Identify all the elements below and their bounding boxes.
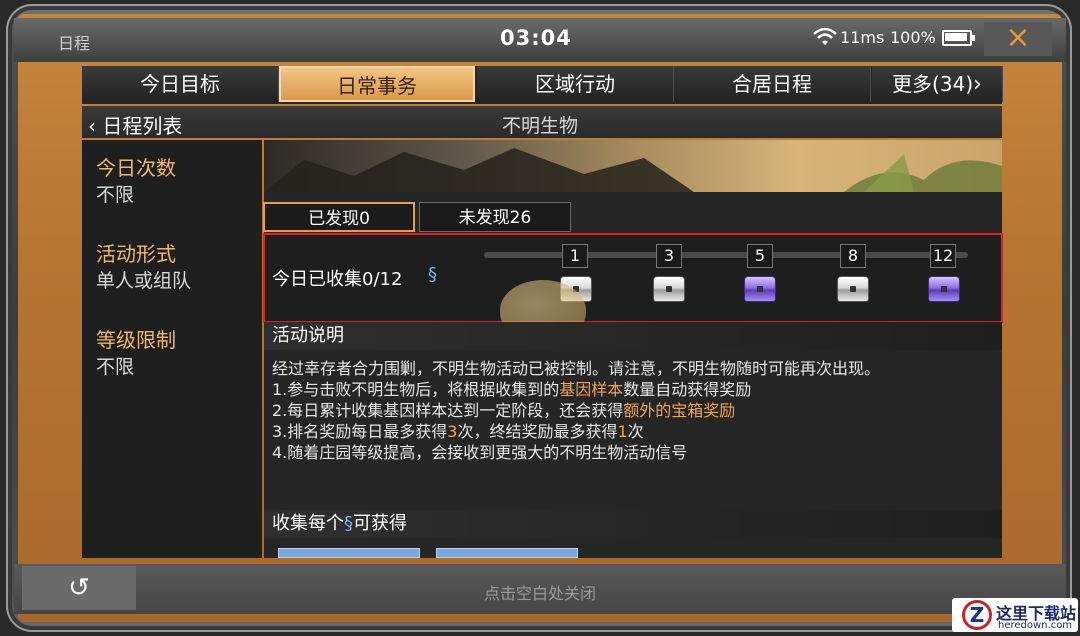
progress-track [484, 252, 968, 258]
activity-description: 经过幸存者合力围剿，不明生物活动已被控制。请注意，不明生物随时可能再次出现。 1… [272, 358, 992, 463]
daily-count-label: 今日次数 [96, 156, 176, 180]
tab-more-label: 更多(34) [892, 72, 974, 96]
tab-cohabit-schedule[interactable]: 合居日程 [674, 66, 871, 102]
activity-description-heading: 活动说明 [264, 322, 1002, 350]
purple-chest-icon[interactable] [744, 276, 776, 302]
level-limit-value: 不限 [96, 356, 135, 378]
description-rule-1: 1.参与击败不明生物后，将根据收集到的基因样本数量自动获得奖励 [272, 380, 752, 399]
wifi-icon [813, 27, 837, 45]
watermark-url: heredown.com [998, 620, 1073, 631]
tab-discovered[interactable]: 已发现0 [263, 202, 415, 232]
tab-area-action[interactable]: 区域行动 [477, 66, 674, 102]
collect-reward-heading: 收集每个§可获得 [264, 510, 1002, 538]
dna-icon: § [344, 513, 353, 534]
description-rule-4: 4.随着庄园等级提高，会接收到更强大的不明生物活动信号 [272, 443, 688, 462]
daily-count-value: 不限 [96, 184, 135, 206]
milestone-4: 8 [840, 244, 866, 268]
dna-icon: § [428, 264, 437, 285]
milestone-3: 5 [747, 244, 773, 268]
purple-chest-icon[interactable] [928, 276, 960, 302]
activity-form-value: 单人或组队 [96, 270, 192, 292]
tab-daily-goals[interactable]: 今日目标 [82, 66, 279, 102]
milestone-5: 12 [930, 244, 956, 268]
tab-daily-affairs[interactable]: 日常事务 [279, 66, 475, 102]
silver-chest-icon[interactable] [837, 276, 869, 302]
description-rule-3: 3.排名奖励每日最多获得3次，终结奖励最多获得1次 [272, 422, 644, 441]
milestone-2: 3 [656, 244, 682, 268]
tap-to-close-hint[interactable]: 点击空白处关闭 [0, 580, 1080, 604]
ping-value: 11ms [840, 28, 885, 47]
close-button[interactable]: × [984, 22, 1052, 56]
clock: 03:04 [500, 26, 572, 50]
tab-undiscovered[interactable]: 未发现26 [419, 202, 571, 232]
battery-percent: 100% [890, 28, 936, 47]
page-title: 不明生物 [501, 115, 578, 137]
battery-icon [942, 30, 975, 46]
reward-item[interactable] [278, 548, 420, 558]
description-intro: 经过幸存者合力围剿，不明生物活动已被控制。请注意，不明生物随时可能再次出现。 [272, 359, 881, 378]
creature-banner-image [264, 140, 1002, 192]
collected-count: 今日已收集0/12 [272, 269, 403, 290]
silver-chest-icon[interactable] [653, 276, 685, 302]
description-rule-2: 2.每日累计收集基因样本达到一定阶段，还会获得额外的宝箱奖励 [272, 401, 736, 420]
activity-form-label: 活动形式 [96, 242, 176, 266]
milestone-1: 1 [562, 244, 588, 268]
chevron-right-icon: › [973, 72, 982, 97]
reward-item[interactable] [436, 548, 578, 558]
banner-art [264, 148, 1002, 192]
app-title: 日程 [58, 34, 91, 53]
watermark-logo: Z [962, 600, 992, 630]
tab-more[interactable]: 更多(34)› [872, 66, 1003, 102]
level-limit-label: 等级限制 [96, 328, 176, 352]
